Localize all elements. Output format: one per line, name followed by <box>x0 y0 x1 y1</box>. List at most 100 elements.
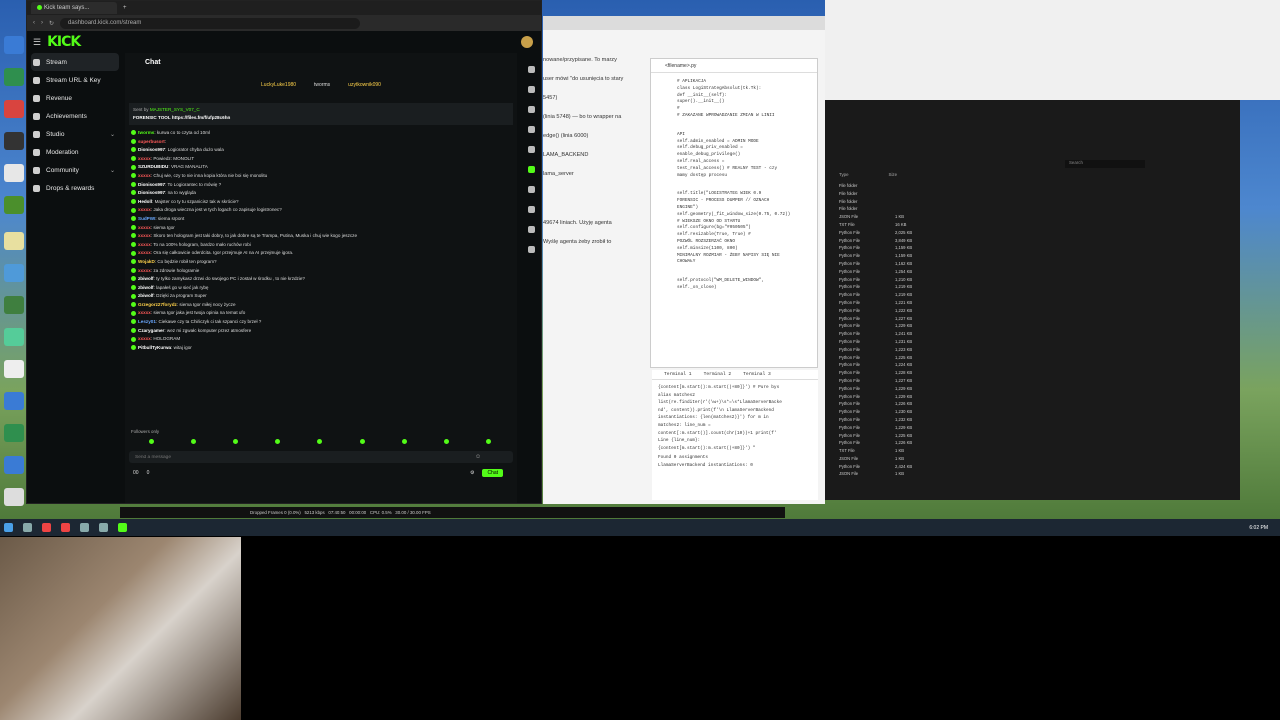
desktop-icon[interactable] <box>4 100 24 118</box>
chat-message[interactable]: tworms: kurwa co to czyta od 10ml <box>125 129 517 138</box>
chat-message[interactable]: xxxxx: Jaka droga wieczna jest w tych lo… <box>125 206 517 215</box>
chat-message[interactable]: xxxxx: Ora się całkowicie oderdcita. Igo… <box>125 249 517 258</box>
chat-username[interactable]: SudPWI <box>138 216 155 221</box>
chat-username[interactable]: xxxxx <box>138 173 151 178</box>
sidebar-item-drops-rewards[interactable]: Drops & rewards <box>27 179 123 197</box>
chat-message[interactable]: superbusort: <box>125 138 517 147</box>
chat-message[interactable]: xxxxx: HOLOGRAM <box>125 335 517 344</box>
file-row[interactable]: JSON File 1 KB <box>839 455 939 463</box>
desktop-icon[interactable] <box>4 488 24 506</box>
file-row[interactable]: Python File 1,230 KB <box>839 408 939 416</box>
chat-message[interactable]: xxxxx: za zdrowie hologramie <box>125 267 517 276</box>
chat-send-button[interactable]: Chat <box>482 469 503 477</box>
chat-username[interactable]: Dionisos997 <box>138 182 165 187</box>
file-row[interactable]: Python File 1,229 KB <box>839 322 939 330</box>
file-row[interactable]: Python File 1,224 KB <box>839 361 939 369</box>
file-row[interactable]: Python File 1,241 KB <box>839 330 939 338</box>
kick-logo[interactable]: KICK <box>47 34 81 50</box>
start-icon[interactable] <box>4 523 13 532</box>
desktop-icon[interactable] <box>4 132 24 150</box>
top-user[interactable]: uzytkownik090 <box>348 82 381 88</box>
file-row[interactable]: Python File 1,229 KB <box>839 385 939 393</box>
rail-icon[interactable] <box>527 206 535 213</box>
chat-username[interactable]: Dionisos997 <box>138 147 165 152</box>
file-row[interactable]: Python File 1,219 KB <box>839 283 939 291</box>
chat-username[interactable]: xxxxx <box>138 225 151 230</box>
chat-message[interactable]: xxxxx: Powiedz: MONOLIT <box>125 155 517 164</box>
emote-icon[interactable] <box>233 438 239 444</box>
file-row[interactable]: Python File 1,254 KB <box>839 268 939 276</box>
chat-input[interactable] <box>135 454 475 460</box>
chat-username[interactable]: Dionisos997 <box>138 190 165 195</box>
chat-message[interactable]: Czarygamer: wez mi zgwałc komputer przez… <box>125 327 517 336</box>
desktop-icon[interactable] <box>4 424 24 442</box>
chat-message[interactable]: Hedoll: Majster co ty tu szpanicisz tak … <box>125 198 517 207</box>
chat-username[interactable]: xxxxx <box>138 336 151 341</box>
file-row[interactable]: Python File 1,229 KB <box>839 393 939 401</box>
desktop-icon[interactable] <box>4 164 24 182</box>
file-row[interactable]: Python File 1,222 KB <box>839 307 939 315</box>
desktop-icon[interactable] <box>4 264 24 282</box>
top-user[interactable]: tworms <box>314 82 330 88</box>
chat-message[interactable]: Leszy01: Ciekawe czy ta Chińczyk ci tak … <box>125 318 517 327</box>
file-row[interactable]: TXT File 16 KB <box>839 221 939 229</box>
sidebar-item-studio[interactable]: Studio ⌄ <box>27 125 123 143</box>
taskbar-app-icon[interactable] <box>23 523 32 532</box>
forward-icon[interactable]: › <box>41 20 43 26</box>
desktop-icon[interactable] <box>4 456 24 474</box>
file-row[interactable]: Python File 1,162 KB <box>839 260 939 268</box>
emote-icon[interactable] <box>401 438 407 444</box>
file-row[interactable]: Python File 1,226 KB <box>839 400 939 408</box>
taskbar-app-icon[interactable] <box>42 523 51 532</box>
file-row[interactable]: Python File 1,223 KB <box>839 346 939 354</box>
rail-icon[interactable] <box>527 146 535 153</box>
file-row[interactable]: File folder <box>839 205 939 213</box>
file-row[interactable]: File folder <box>839 182 939 190</box>
desktop-icon[interactable] <box>4 328 24 346</box>
desktop-icon[interactable] <box>4 68 24 86</box>
emote-icon[interactable] <box>486 438 492 444</box>
chat-rail-icon[interactable] <box>527 166 535 173</box>
reload-icon[interactable]: ↻ <box>49 20 54 27</box>
desktop-icon[interactable] <box>4 196 24 214</box>
sidebar-item-revenue[interactable]: Revenue <box>27 89 123 107</box>
rail-icon[interactable] <box>527 186 535 193</box>
file-row[interactable]: Python File 1,210 KB <box>839 276 939 284</box>
file-row[interactable]: Python File 1,229 KB <box>839 424 939 432</box>
chat-username[interactable]: Grzegorz27forydz <box>138 302 177 307</box>
chat-username[interactable]: xxxxx <box>138 250 151 255</box>
terminal-tab[interactable]: Terminal 2 <box>704 370 732 379</box>
chat-username[interactable]: superbusort <box>138 139 165 144</box>
chat-message[interactable]: Dionisos997: Logiorator chyba dużo wala <box>125 146 517 155</box>
sidebar-item-stream[interactable]: Stream <box>31 53 119 71</box>
pinned-message[interactable]: Sent by MAJSTER_SYS_V07_C FORENSIC TOOL … <box>129 103 513 125</box>
chat-username[interactable]: PitbullTyKurwa <box>138 345 171 350</box>
file-row[interactable]: Python File 1,225 KB <box>839 432 939 440</box>
taskbar-app-icon[interactable] <box>61 523 70 532</box>
emote-icon[interactable] <box>317 438 323 444</box>
chat-username[interactable]: Czarygamer <box>138 328 164 333</box>
chat-message[interactable]: SZURDUBIDU: VRAG MANALITA <box>125 163 517 172</box>
sidebar-item-moderation[interactable]: Moderation <box>27 143 123 161</box>
settings-icon[interactable]: ⚙ <box>470 470 474 476</box>
new-tab-icon[interactable]: + <box>123 5 127 11</box>
sidebar-item-achievements[interactable]: Achievements <box>27 107 123 125</box>
chat-message[interactable]: zbiwolf: ty tylko zamykasz drzwi do swoj… <box>125 275 517 284</box>
explorer-search[interactable]: Search <box>1065 160 1145 168</box>
file-row[interactable]: Python File 1,227 KB <box>839 377 939 385</box>
rail-icon[interactable] <box>527 246 535 253</box>
file-row[interactable]: JSON File 1 KB <box>839 470 939 478</box>
chat-username[interactable]: xxxxx <box>138 310 151 315</box>
terminal-tab[interactable]: Terminal 3 <box>743 370 771 379</box>
chat-message[interactable]: xxxxx: siema Igor jaka jest twoja opinia… <box>125 309 517 318</box>
code-file-tab[interactable]: <filename>.py <box>651 59 817 73</box>
chat-username[interactable]: WojakD <box>138 259 155 264</box>
chevron-down-icon[interactable]: ⌄ <box>110 131 115 138</box>
taskbar-clock[interactable]: 6:02 PM <box>1249 525 1268 531</box>
emote-icon[interactable] <box>359 438 365 444</box>
chat-message[interactable]: Dionisos997: To Logiorantec to mówię ? <box>125 181 517 190</box>
chat-username[interactable]: xxxxx <box>138 242 151 247</box>
chevron-down-icon[interactable]: ⌄ <box>110 167 115 174</box>
emoji-icon[interactable]: ☺ <box>475 454 481 460</box>
chat-username[interactable]: tworms <box>138 130 154 135</box>
